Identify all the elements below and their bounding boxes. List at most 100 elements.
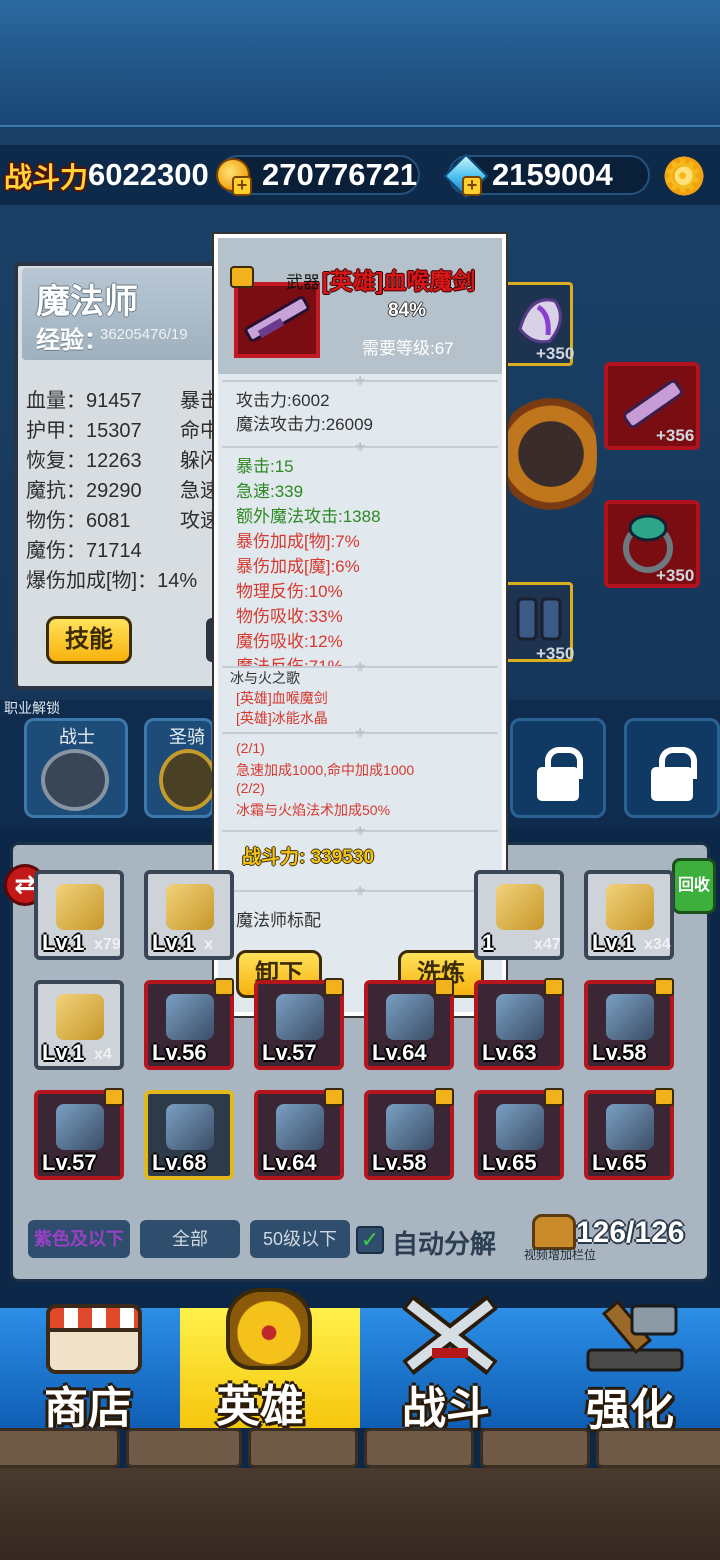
inventory-slot[interactable]: Lv.58 — [364, 1088, 454, 1180]
locked-class-card-2[interactable] — [624, 718, 720, 818]
item-magic-attack: 魔法攻击力:26009 — [236, 415, 373, 434]
stat-magic-resist: 魔抗：29290 — [26, 480, 142, 502]
auto-decompose-checkbox[interactable]: ✓ — [356, 1226, 384, 1254]
inventory-slot[interactable]: Lv.65 — [474, 1088, 564, 1180]
gem-value: 2159004 — [492, 157, 613, 192]
inventory-slot[interactable]: Lv.57 — [254, 978, 344, 1070]
inventory-slot[interactable]: Lv.63 — [474, 978, 564, 1070]
item-level: Lv.58 — [592, 1040, 647, 1065]
add-gold-button[interactable]: + — [232, 176, 252, 196]
item-level: Lv.63 — [482, 1040, 537, 1065]
inventory-slot[interactable]: Lv.65 — [584, 1088, 674, 1180]
nav-tab-shop[interactable]: 商店 — [0, 1300, 180, 1433]
item-lock-icon[interactable] — [324, 978, 344, 996]
item-art-icon — [56, 1104, 104, 1150]
inventory-slot[interactable]: Lv.64 — [364, 978, 454, 1070]
item-slot-label: 武器 — [286, 273, 320, 292]
item-stat-haste: 急速:339 — [236, 482, 304, 501]
inventory-slot[interactable] — [364, 870, 454, 960]
item-lock-icon[interactable] — [544, 978, 564, 996]
item-art-icon — [166, 994, 214, 1040]
locked-class-card-1[interactable] — [510, 718, 606, 818]
settings-gear-icon[interactable] — [662, 150, 706, 202]
divider-ornament-icon: ⚜ — [353, 659, 367, 675]
inventory-slot[interactable]: 1 x47 — [474, 870, 564, 960]
item-level: Lv.57 — [42, 1150, 97, 1175]
ground-brick — [480, 1428, 590, 1468]
item-level: Lv.64 — [262, 1150, 317, 1175]
item-lock-icon[interactable] — [104, 1088, 124, 1106]
ground-brick — [126, 1428, 242, 1468]
item-lock-icon[interactable] — [434, 978, 454, 996]
shop-house-icon — [46, 1304, 142, 1374]
nav-tab-hero[interactable]: 英雄 — [180, 1286, 360, 1431]
item-lock-icon[interactable] — [230, 266, 254, 288]
item-art-icon — [56, 884, 104, 930]
item-lock-icon[interactable] — [324, 1088, 344, 1106]
inventory-slot[interactable] — [254, 870, 344, 960]
item-art-icon — [606, 1104, 654, 1150]
nav-tab-enhance[interactable]: 强化 — [540, 1290, 720, 1435]
class-card-paladin[interactable]: 圣骑 — [144, 718, 217, 818]
paladin-emblem-icon — [159, 749, 217, 811]
item-level: Lv.64 — [372, 1040, 427, 1065]
stat-phys-dmg: 物伤：6081 — [26, 510, 131, 532]
item-stat-magic-absorb: 魔伤吸收:12% — [236, 632, 343, 651]
item-art-icon — [166, 1104, 214, 1150]
item-art-icon — [386, 994, 434, 1040]
hammer-anvil-icon — [586, 1299, 684, 1372]
class-card-warrior[interactable]: 战士 — [24, 718, 128, 818]
item-name: [英雄]血喉魔剑 — [322, 268, 476, 294]
set-item-1: [英雄]血喉魔剑 — [236, 690, 328, 706]
item-art-icon — [382, 880, 430, 926]
game-screen: 战斗力 6022300 + 270776721 + 2159004 魔法师 经验… — [0, 0, 720, 1560]
gold-value: 270776721 — [262, 157, 418, 192]
recycle-bin-button[interactable]: 回收 — [672, 858, 716, 914]
set-bonus-2-2: (2/2) — [236, 780, 265, 796]
item-icon-frame — [234, 282, 320, 358]
inventory-slot[interactable]: Lv.1 x34 — [584, 870, 674, 960]
class-warrior-label: 战士 — [59, 727, 95, 747]
item-lock-icon[interactable] — [434, 1088, 454, 1106]
item-stat-crit-dmg-magic: 暴伤加成[魔]:6% — [236, 557, 360, 576]
ground-brick — [364, 1428, 474, 1468]
warrior-emblem-icon — [41, 749, 109, 811]
item-count: x4 — [94, 1046, 112, 1063]
inventory-slot[interactable]: Lv.68 — [144, 1090, 234, 1180]
exp-label: 经验： — [36, 327, 108, 354]
item-lock-icon[interactable] — [544, 1088, 564, 1106]
item-count: x79 — [94, 936, 121, 953]
filter-below-50[interactable]: 50级以下 — [250, 1220, 350, 1258]
add-diamond-button[interactable]: + — [462, 176, 482, 196]
inventory-slot[interactable]: Lv.1 x79 — [34, 870, 124, 960]
nav-tab-battle[interactable]: 战斗 — [360, 1290, 540, 1433]
power-value: 6022300 — [88, 157, 209, 192]
filter-purple-below[interactable]: 紫色及以下 — [28, 1220, 130, 1258]
item-level: Lv.1 — [152, 930, 195, 955]
skill-button[interactable]: 技能 — [46, 616, 132, 664]
inventory-slot[interactable]: Lv.56 — [144, 978, 234, 1070]
item-lock-icon[interactable] — [654, 978, 674, 996]
item-art-icon — [166, 884, 214, 930]
inventory-slot[interactable]: Lv.58 — [584, 978, 674, 1070]
filter-all[interactable]: 全部 — [140, 1220, 240, 1258]
item-lock-icon[interactable] — [214, 978, 234, 996]
video-add-slots-label[interactable]: 视频增加栏位 — [524, 1246, 596, 1263]
stat-crit-dmg-phys: 爆伤加成[物]：14% — [26, 570, 198, 592]
item-art-icon — [386, 1104, 434, 1150]
item-power: 战斗力: 339530 — [242, 847, 375, 868]
inventory-slot[interactable]: Lv.1 x — [144, 870, 234, 960]
item-count: x — [204, 936, 213, 953]
inventory-slot[interactable]: Lv.57 — [34, 1088, 124, 1180]
set-bonus-2-1-desc: 急速加成1000,命中加成1000 — [236, 762, 415, 778]
item-stat-crit: 暴击:15 — [236, 457, 294, 476]
item-level: Lv.65 — [592, 1150, 647, 1175]
ground-brick — [0, 1428, 120, 1468]
backpack-icon[interactable] — [532, 1214, 576, 1250]
inventory-slot[interactable]: Lv.1 x4 — [34, 980, 124, 1070]
item-lock-icon[interactable] — [654, 1088, 674, 1106]
class-unlock-title: 职业解锁 — [4, 700, 60, 716]
divider-ornament-icon: ⚜ — [353, 725, 367, 741]
item-required-level: 需要等级:67 — [362, 339, 454, 358]
inventory-slot[interactable]: Lv.64 — [254, 1088, 344, 1180]
